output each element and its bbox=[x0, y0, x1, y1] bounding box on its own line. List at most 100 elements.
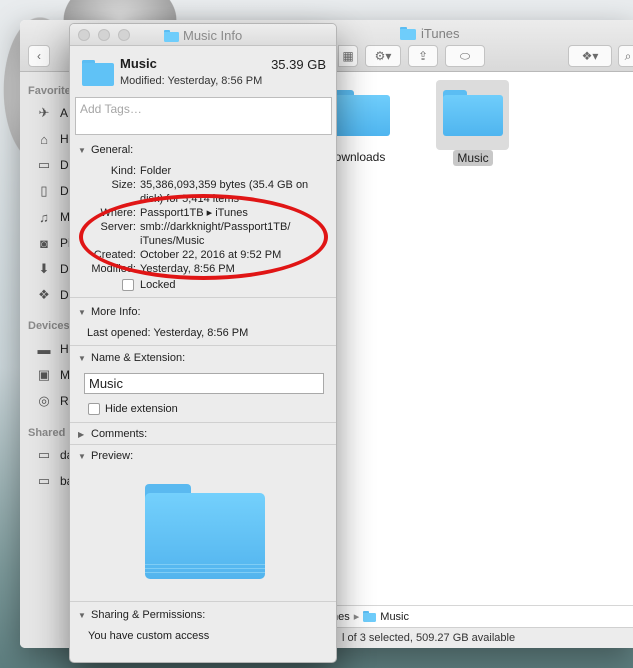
disclosure-open-icon: ▼ bbox=[78, 451, 86, 461]
divider bbox=[70, 345, 336, 346]
desktop-icon: ▭ bbox=[37, 157, 51, 172]
share-button[interactable]: ⇪ bbox=[408, 45, 438, 67]
status-text: l of 3 selected, 509.27 GB available bbox=[342, 632, 516, 644]
where-value: Passport1TB ▸ iTunes bbox=[140, 207, 248, 219]
folder-icon bbox=[363, 611, 377, 622]
disclosure-open-icon: ▼ bbox=[78, 145, 86, 155]
disclosure-closed-icon: ▶ bbox=[78, 429, 85, 439]
music-icon: ♫ bbox=[39, 209, 49, 225]
locked-label: Locked bbox=[140, 279, 176, 291]
dropbox-button[interactable]: ❖▾ bbox=[568, 45, 612, 67]
created-value: October 22, 2016 at 9:52 PM bbox=[140, 249, 282, 261]
search-icon: ⌕ bbox=[624, 48, 632, 63]
section-heading: Sharing & Permissions: bbox=[91, 609, 206, 621]
sidebar-item-downloads[interactable]: ⬇ D bbox=[36, 261, 69, 276]
action-button[interactable]: ⚙▾ bbox=[365, 45, 401, 67]
chevron-left-icon: ‹ bbox=[37, 49, 41, 63]
sidebar-heading-shared: Shared bbox=[28, 427, 66, 439]
section-comments[interactable]: ▶ Comments: bbox=[78, 428, 147, 440]
sidebar-item-home[interactable]: ⌂ H bbox=[36, 132, 69, 147]
kind-value: Folder bbox=[140, 165, 172, 177]
tag-icon: ⬭ bbox=[459, 48, 471, 63]
cd-icon: ◎ bbox=[38, 393, 50, 408]
dropbox-icon: ❖▾ bbox=[581, 49, 599, 63]
section-preview[interactable]: ▼ Preview: bbox=[78, 450, 133, 462]
section-heading: Preview: bbox=[91, 450, 134, 462]
camera-icon: ◙ bbox=[40, 235, 48, 251]
info-title: Music Info bbox=[164, 28, 242, 43]
item-modified: Modified: Yesterday, 8:56 PM bbox=[120, 75, 263, 87]
server-value-cont: iTunes/Music bbox=[140, 235, 205, 247]
zoom-button[interactable] bbox=[118, 29, 130, 41]
modified-value: Yesterday, 8:56 PM bbox=[140, 263, 235, 275]
documents-icon: ▯ bbox=[40, 183, 48, 198]
path-segment-current[interactable]: Music bbox=[380, 611, 409, 623]
section-sharing-permissions[interactable]: ▼ Sharing & Permissions: bbox=[78, 609, 205, 621]
disclosure-open-icon: ▼ bbox=[78, 307, 86, 317]
sidebar-item-laptop[interactable]: ▬ H bbox=[36, 341, 69, 357]
search-button[interactable]: ⌕ bbox=[618, 45, 633, 67]
laptop-icon: ▬ bbox=[37, 341, 51, 357]
file-item-music[interactable]: Music bbox=[438, 90, 508, 166]
info-panel: Music Info Music 35.39 GB Modified: Yest… bbox=[69, 23, 337, 663]
folder-icon bbox=[330, 90, 390, 136]
tags-input[interactable]: Add Tags… bbox=[75, 97, 332, 135]
last-opened: Last opened: Yesterday, 8:56 PM bbox=[87, 327, 249, 339]
section-name-extension[interactable]: ▼ Name & Extension: bbox=[78, 352, 185, 364]
view-toggle-button[interactable]: ▦ bbox=[338, 45, 358, 67]
sidebar-item-disk[interactable]: ▣ M bbox=[36, 367, 70, 382]
item-size: 35.39 GB bbox=[271, 57, 326, 72]
sidebar-item-shared-1[interactable]: ▭ da bbox=[36, 447, 74, 462]
close-button[interactable] bbox=[78, 29, 90, 41]
section-heading: Comments: bbox=[91, 428, 148, 440]
dropbox-icon: ❖ bbox=[38, 287, 50, 302]
section-heading: More Info: bbox=[91, 306, 141, 318]
modified-row: Modified: Yesterday, 8:56 PM bbox=[70, 263, 336, 277]
folder-icon bbox=[443, 90, 503, 136]
finder-sidebar: Favorite ✈ A ⌂ H ▭ D ▯ D ♫ M ◙ Pi ⬇ D ❖ D Device… bbox=[20, 72, 75, 648]
locked-checkbox[interactable] bbox=[122, 279, 134, 291]
applications-icon: ✈ bbox=[38, 105, 50, 120]
section-more-info[interactable]: ▼ More Info: bbox=[78, 306, 141, 318]
size-row: Size: 35,386,093,359 bytes (35.4 GB on dis… bbox=[70, 179, 336, 207]
info-titlebar[interactable]: Music Info bbox=[70, 24, 336, 46]
sidebar-item-label: D bbox=[60, 184, 69, 198]
kind-label: Kind: bbox=[110, 165, 136, 177]
file-label: Music bbox=[453, 150, 493, 166]
section-heading: Name & Extension: bbox=[91, 352, 186, 364]
server-label: Server: bbox=[100, 221, 136, 233]
divider bbox=[70, 422, 336, 423]
sidebar-item-label: H bbox=[60, 132, 69, 146]
folder-icon bbox=[82, 60, 114, 89]
size-label: Size: bbox=[111, 179, 136, 191]
created-label: Created: bbox=[93, 249, 136, 261]
gear-icon: ⚙▾ bbox=[374, 49, 392, 63]
sidebar-item-desktop[interactable]: ▭ D bbox=[36, 157, 69, 172]
created-row: Created: October 22, 2016 at 9:52 PM bbox=[70, 249, 336, 263]
hide-extension-checkbox[interactable] bbox=[88, 403, 100, 415]
disk-icon: ▣ bbox=[37, 367, 51, 382]
tags-button[interactable]: ⬭ bbox=[445, 45, 485, 67]
sidebar-item-dropbox[interactable]: ❖ D bbox=[36, 287, 69, 302]
sidebar-item-pictures[interactable]: ◙ Pi bbox=[36, 235, 71, 251]
minimize-button[interactable] bbox=[98, 29, 110, 41]
section-general[interactable]: ▼ General: bbox=[78, 144, 133, 156]
sharing-text: You have custom access bbox=[88, 630, 210, 642]
server-row: Server: smb://darkknight/Passport1TB/iTun… bbox=[70, 221, 336, 249]
grid-view-icon: ▦ bbox=[342, 49, 354, 63]
sidebar-heading-favorites: Favorite bbox=[28, 85, 71, 97]
finder-title: iTunes bbox=[400, 26, 460, 41]
kind-row: Kind: Folder bbox=[70, 165, 336, 179]
back-button[interactable]: ‹ bbox=[28, 45, 50, 67]
sidebar-item-music[interactable]: ♫ M bbox=[36, 209, 70, 225]
sidebar-item-shared-2[interactable]: ▭ ba bbox=[36, 473, 74, 488]
disclosure-open-icon: ▼ bbox=[78, 353, 86, 363]
folder-icon bbox=[400, 27, 416, 40]
sidebar-item-documents[interactable]: ▯ D bbox=[36, 183, 69, 198]
folder-icon bbox=[164, 29, 179, 42]
divider bbox=[70, 601, 336, 602]
name-field[interactable]: Music bbox=[84, 373, 324, 394]
sidebar-item-applications[interactable]: ✈ A bbox=[36, 105, 68, 120]
sidebar-item-label: D bbox=[60, 158, 69, 172]
where-row: Where: Passport1TB ▸ iTunes bbox=[70, 207, 336, 221]
